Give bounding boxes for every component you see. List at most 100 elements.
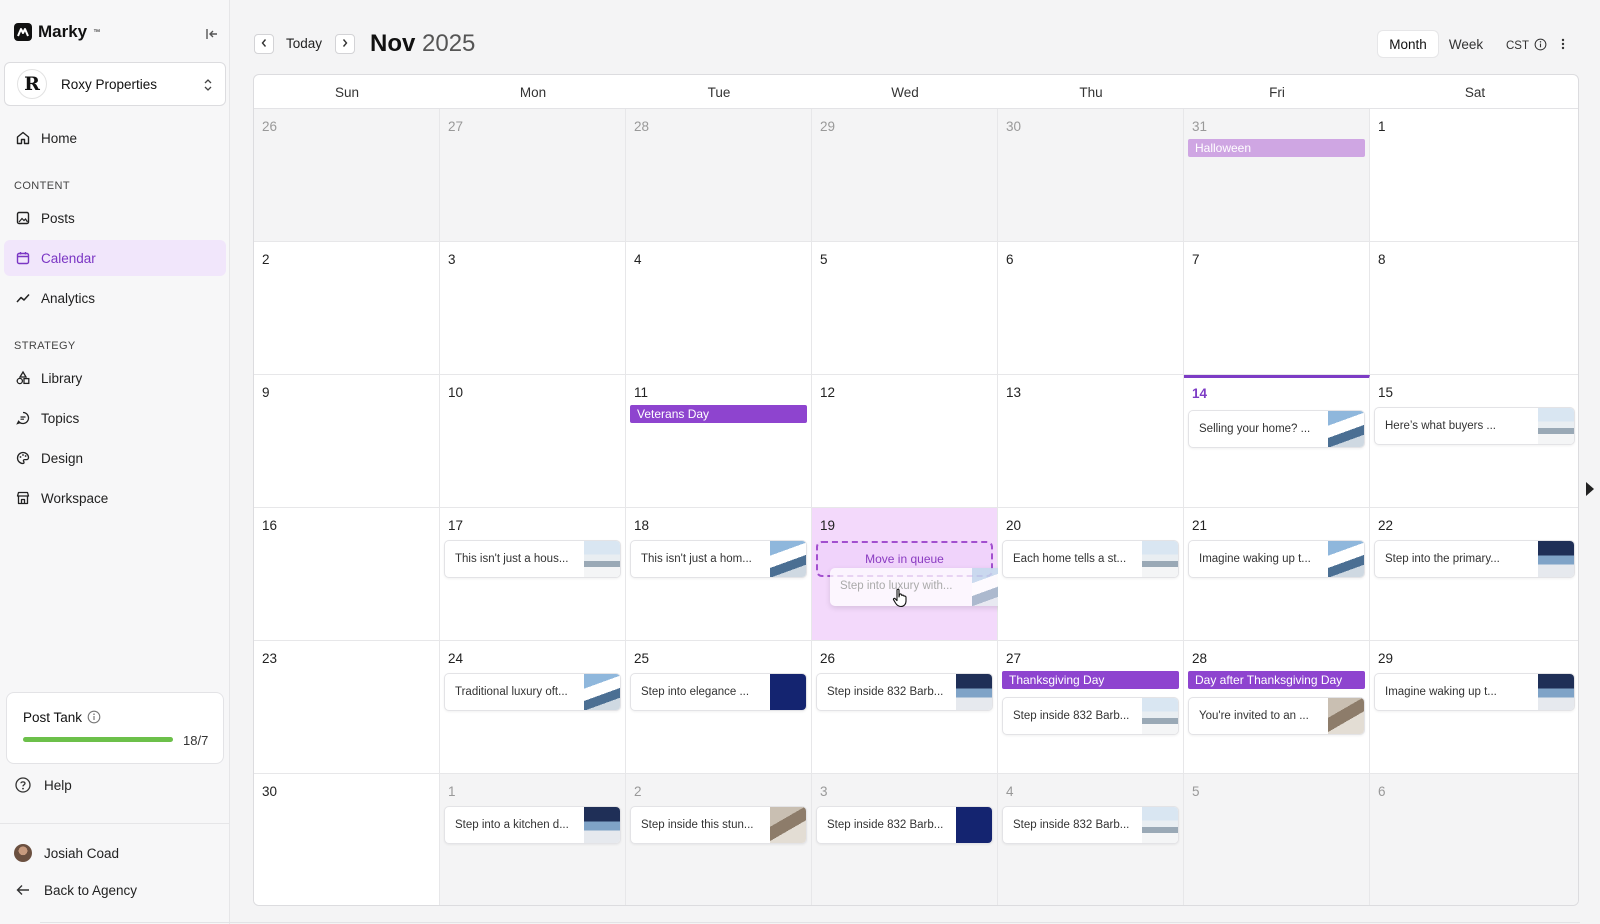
day-cell[interactable]: 4	[626, 242, 812, 375]
day-cell[interactable]: 2	[254, 242, 440, 375]
scheduled-post-card[interactable]: You're invited to an ...	[1188, 697, 1365, 735]
nav-library[interactable]: Library	[4, 360, 226, 396]
day-cell[interactable]: 14 Selling your home? ...	[1184, 375, 1370, 508]
day-cell[interactable]: 3 Step inside 832 Barb...	[812, 774, 998, 905]
day-cell[interactable]: 12	[812, 375, 998, 508]
info-icon[interactable]	[87, 710, 101, 724]
calendar-grid: Sun Mon Tue Wed Thu Fri Sat 26 27 28 29 30 31 Hallow…	[253, 74, 1579, 906]
scheduled-post-card[interactable]: Selling your home? ...	[1188, 410, 1365, 448]
day-cell[interactable]: 5	[812, 242, 998, 375]
collapse-sidebar-icon[interactable]	[204, 26, 220, 42]
nav-topics[interactable]: Topics	[4, 400, 226, 436]
day-cell[interactable]: 25 Step into elegance ...	[626, 641, 812, 774]
day-cell[interactable]: 27	[440, 109, 626, 242]
scheduled-post-card[interactable]: Step inside this stun...	[630, 806, 807, 844]
scheduled-post-card[interactable]: Here’s what buyers ...	[1374, 407, 1575, 445]
day-cell[interactable]: 1 Step into a kitchen d...	[440, 774, 626, 905]
day-cell[interactable]: 27 Thanksgiving Day Step inside 832 Barb..…	[998, 641, 1184, 774]
scheduled-post-card[interactable]: Step inside 832 Barb...	[1002, 697, 1179, 735]
scheduled-post-card[interactable]: Step into the primary...	[1374, 540, 1575, 578]
day-cell[interactable]: 26	[254, 109, 440, 242]
day-cell[interactable]: 6	[998, 242, 1184, 375]
week-view-button[interactable]: Week	[1438, 31, 1494, 57]
scheduled-post-card[interactable]: Each home tells a st...	[1002, 540, 1179, 578]
day-cell[interactable]: 20 Each home tells a st...	[998, 508, 1184, 641]
nav-workspace[interactable]: Workspace	[4, 480, 226, 516]
holiday-badge[interactable]: Halloween	[1188, 139, 1365, 157]
dragged-post-ghost[interactable]: Step into luxury with...	[830, 568, 1008, 606]
day-number: 27	[448, 119, 464, 134]
holiday-badge[interactable]: Veterans Day	[630, 405, 807, 423]
timezone-indicator[interactable]: CST	[1506, 38, 1547, 54]
scheduled-post-card[interactable]: Step inside 832 Barb...	[816, 673, 993, 711]
holiday-badge[interactable]: Thanksgiving Day	[1002, 671, 1179, 689]
day-cell[interactable]: 23	[254, 641, 440, 774]
day-cell[interactable]: 28	[626, 109, 812, 242]
scheduled-post-card[interactable]: This isn't just a hom...	[630, 540, 807, 578]
day-cell[interactable]: 11 Veterans Day	[626, 375, 812, 508]
scheduled-post-card[interactable]: Step inside 832 Barb...	[1002, 806, 1179, 844]
next-month-button[interactable]	[335, 34, 355, 54]
day-cell[interactable]: 13	[998, 375, 1184, 508]
day-cell[interactable]: 29	[812, 109, 998, 242]
nav-home[interactable]: Home	[4, 120, 226, 156]
day-cell[interactable]: 30	[254, 774, 440, 905]
scheduled-post-card[interactable]: Step into a kitchen d...	[444, 806, 621, 844]
day-cell[interactable]: 9	[254, 375, 440, 508]
holiday-badge[interactable]: Day after Thanksgiving Day	[1188, 671, 1365, 689]
day-cell[interactable]: 1	[1370, 109, 1578, 242]
day-cell[interactable]: 2 Step inside this stun...	[626, 774, 812, 905]
day-cell[interactable]: 3	[440, 242, 626, 375]
scheduled-post-card[interactable]: Step into elegance ...	[630, 673, 807, 711]
scheduled-post-card[interactable]: Imagine waking up t...	[1374, 673, 1575, 711]
nav-workspace-label: Workspace	[41, 490, 109, 506]
day-cell[interactable]: 30	[998, 109, 1184, 242]
day-cell[interactable]: 5	[1184, 774, 1370, 905]
day-cell[interactable]: 8	[1370, 242, 1578, 375]
day-number: 11	[634, 385, 649, 400]
app-logo[interactable]: Marky ™	[14, 22, 100, 42]
day-cell[interactable]: 18 This isn't just a hom...	[626, 508, 812, 641]
nav-design[interactable]: Design	[4, 440, 226, 476]
day-cell[interactable]: 22 Step into the primary...	[1370, 508, 1578, 641]
day-cell[interactable]: 7	[1184, 242, 1370, 375]
help-link[interactable]: Help	[14, 776, 72, 794]
post-preview-text: This isn't just a hom...	[641, 553, 752, 565]
brand-switcher[interactable]: R Roxy Properties	[4, 62, 226, 106]
day-cell[interactable]: 15 Here’s what buyers ...	[1370, 375, 1578, 508]
day-cell[interactable]: 31 Halloween	[1184, 109, 1370, 242]
more-options-icon[interactable]	[1560, 37, 1566, 51]
scheduled-post-card[interactable]: This isn't just a hous...	[444, 540, 621, 578]
arrow-left-icon	[14, 881, 32, 899]
user-profile[interactable]: Josiah Coad	[14, 844, 119, 862]
day-cell[interactable]: 24 Traditional luxury oft...	[440, 641, 626, 774]
day-cell[interactable]: 17 This isn't just a hous...	[440, 508, 626, 641]
user-name: Josiah Coad	[44, 845, 120, 861]
scheduled-post-card[interactable]: Imagine waking up t...	[1188, 540, 1365, 578]
caret-right-icon[interactable]	[1586, 482, 1594, 496]
day-cell[interactable]: 6	[1370, 774, 1578, 905]
nav-calendar[interactable]: Calendar	[4, 240, 226, 276]
chevron-up-down-icon	[203, 77, 213, 93]
day-cell[interactable]: 29 Imagine waking up t...	[1370, 641, 1578, 774]
scheduled-post-card[interactable]: Traditional luxury oft...	[444, 673, 621, 711]
day-cell[interactable]: 10	[440, 375, 626, 508]
scheduled-post-card[interactable]: Step inside 832 Barb...	[816, 806, 993, 844]
day-cell[interactable]: 4 Step inside 832 Barb...	[998, 774, 1184, 905]
nav-analytics[interactable]: Analytics	[4, 280, 226, 316]
day-cell[interactable]: 26 Step inside 832 Barb...	[812, 641, 998, 774]
day-cell[interactable]: 16	[254, 508, 440, 641]
today-button[interactable]: Today	[286, 36, 322, 51]
month-view-button[interactable]: Month	[1378, 31, 1438, 57]
day-cell[interactable]: 21 Imagine waking up t...	[1184, 508, 1370, 641]
day-cell[interactable]: 19 Move in queue Step into luxury with...	[812, 508, 1008, 641]
post-thumbnail	[1142, 698, 1178, 734]
post-preview-text: Step into the primary...	[1385, 553, 1500, 565]
post-tank-card: Post Tank 18/7	[6, 692, 224, 764]
post-preview-text: Step into elegance ...	[641, 686, 750, 698]
back-to-agency-link[interactable]: Back to Agency	[14, 881, 137, 899]
post-thumbnail	[1328, 411, 1364, 447]
prev-month-button[interactable]	[254, 34, 274, 54]
day-cell[interactable]: 28 Day after Thanksgiving Day You're invit…	[1184, 641, 1370, 774]
nav-posts[interactable]: Posts	[4, 200, 226, 236]
